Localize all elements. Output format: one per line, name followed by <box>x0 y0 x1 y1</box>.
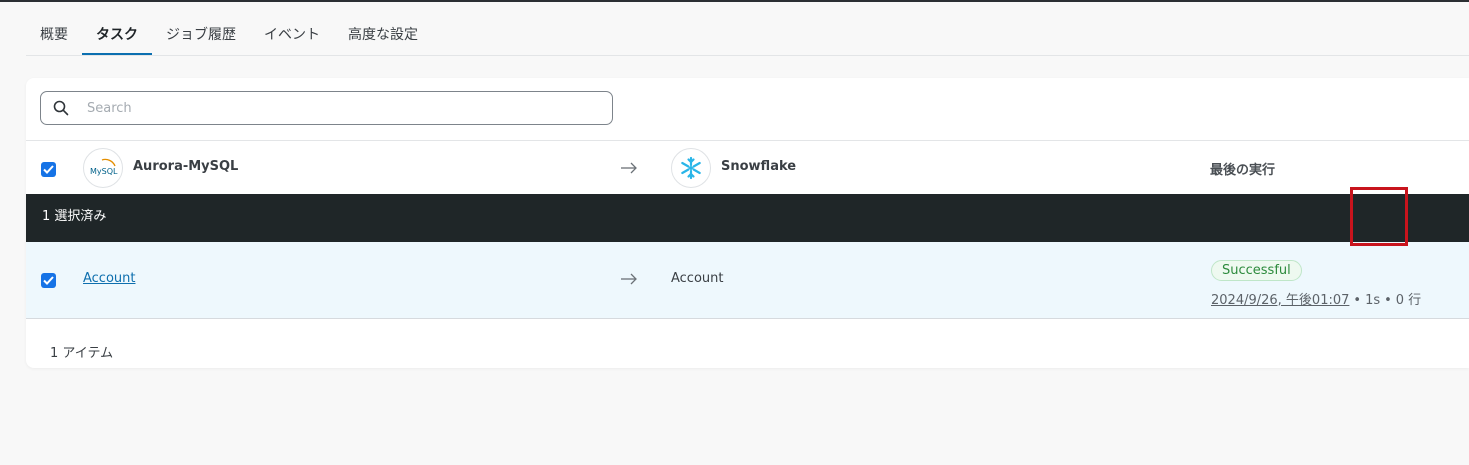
tab-bar: 概要 タスク ジョブ履歴 イベント 高度な設定 <box>26 17 1469 56</box>
arrow-right-icon <box>621 273 637 285</box>
select-all-checkbox[interactable] <box>41 162 56 177</box>
tab-job-history[interactable]: ジョブ履歴 <box>152 17 250 55</box>
last-run-details: 2024/9/26, 午後01:07 • 1s • 0 行 <box>1211 293 1422 308</box>
table-header: MySQL Aurora-MySQL Snowflake 最後の実行 <box>26 140 1469 195</box>
tab-tasks[interactable]: タスク <box>82 17 152 55</box>
tab-overview[interactable]: 概要 <box>26 17 82 55</box>
search-icon <box>41 91 81 125</box>
arrow-right-icon <box>621 162 637 174</box>
source-table-link[interactable]: Account <box>83 271 136 286</box>
checkmark-icon <box>43 165 54 174</box>
search-input[interactable] <box>81 93 612 123</box>
destination-table-name: Account <box>671 271 724 286</box>
last-run-date-link[interactable]: 2024/9/26, 午後01:07 <box>1211 293 1349 308</box>
mysql-logo-text: MySQL <box>90 167 118 176</box>
source-connection-name: Aurora-MySQL <box>133 159 239 174</box>
checkmark-icon <box>43 276 54 285</box>
selected-count: 1 選択済み <box>42 209 107 224</box>
status-badge: Successful <box>1211 260 1302 281</box>
highlight-annotation-box <box>1350 187 1408 246</box>
tasks-card: MySQL Aurora-MySQL <box>26 78 1469 368</box>
row-checkbox[interactable] <box>41 273 56 288</box>
snowflake-logo <box>671 148 711 188</box>
last-run-column-header: 最後の実行 <box>1210 163 1276 178</box>
tab-events[interactable]: イベント <box>250 17 334 55</box>
item-count: 1 アイテム <box>50 346 114 361</box>
row-count: 0 行 <box>1395 293 1422 308</box>
top-border <box>0 0 1469 2</box>
destination-connection-name: Snowflake <box>721 159 797 174</box>
table-row[interactable]: Account Account Successful 2024/9/26, 午後… <box>26 242 1469 319</box>
snowflake-icon <box>681 156 701 180</box>
search-box[interactable] <box>40 91 613 125</box>
run-duration: 1s <box>1365 293 1381 308</box>
tab-advanced-settings[interactable]: 高度な設定 <box>334 17 432 55</box>
selection-bar: 1 選択済み <box>26 194 1469 242</box>
mysql-logo: MySQL <box>83 148 123 188</box>
